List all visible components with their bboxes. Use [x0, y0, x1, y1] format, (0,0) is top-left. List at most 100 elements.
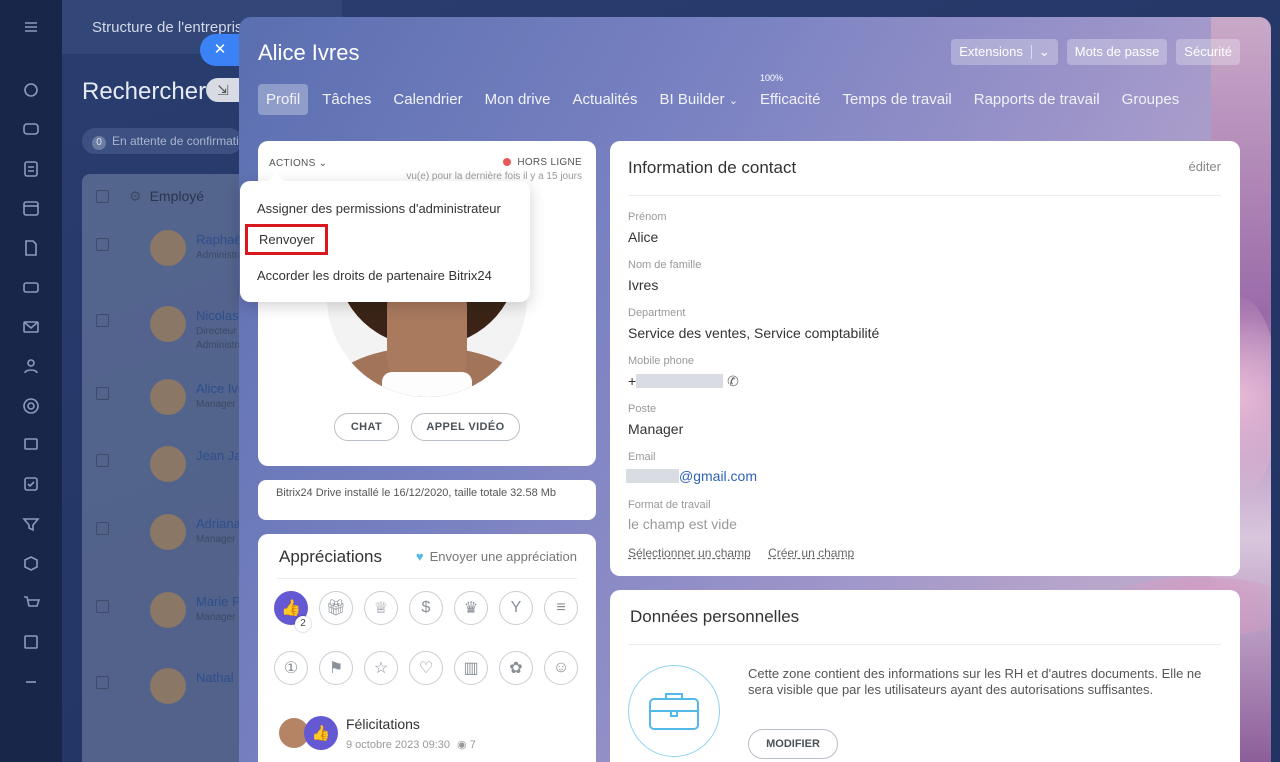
- send-appreciation-link[interactable]: ♥ Envoyer une appréciation: [416, 549, 577, 564]
- tab-tasks[interactable]: Tâches: [314, 84, 379, 115]
- calendar-icon[interactable]: [21, 198, 41, 218]
- row-checkbox[interactable]: [96, 238, 109, 251]
- menu-icon[interactable]: [21, 17, 41, 37]
- divider: [628, 195, 1221, 196]
- table-row[interactable]: Raphaël Administrateur: [96, 230, 260, 270]
- view-count: 7: [469, 739, 476, 751]
- mail-icon[interactable]: [21, 317, 41, 337]
- flower-icon[interactable]: ✿: [499, 651, 533, 685]
- gear-icon[interactable]: ⚙: [129, 188, 142, 204]
- contact-info-title: Information de contact: [628, 158, 797, 177]
- tab-drive[interactable]: Mon drive: [477, 84, 559, 115]
- table-row[interactable]: Jean Ja: [96, 446, 242, 486]
- tasks-icon[interactable]: [21, 159, 41, 179]
- select-field-link[interactable]: Sélectionner un champ: [628, 546, 751, 560]
- feed-icon[interactable]: [21, 80, 41, 100]
- menu-item-partner-rights[interactable]: Accorder les droits de partenaire Bitrix…: [257, 268, 492, 283]
- extensions-button[interactable]: Extensions ⌄: [951, 39, 1058, 65]
- minimize-arrow-icon[interactable]: ⇲: [206, 78, 240, 102]
- checklist-icon[interactable]: [21, 474, 41, 494]
- last-name-value: Ivres: [628, 277, 659, 293]
- crown-icon[interactable]: ♛: [454, 591, 488, 625]
- left-nav-bar: [0, 0, 62, 762]
- close-icon[interactable]: ✕: [200, 34, 240, 66]
- video-call-button[interactable]: APPEL VIDÉO: [411, 413, 520, 441]
- chat-icon[interactable]: [21, 120, 41, 140]
- money-bag-icon[interactable]: $: [409, 591, 443, 625]
- status-badge: HORS LIGNE: [503, 157, 582, 168]
- user-name-title: Alice Ivres: [258, 40, 360, 65]
- tab-calendar[interactable]: Calendrier: [385, 84, 470, 115]
- table-row[interactable]: Adriana Manager: [96, 514, 242, 554]
- row-checkbox[interactable]: [96, 600, 109, 613]
- flag-icon[interactable]: ⚑: [319, 651, 353, 685]
- row-checkbox[interactable]: [96, 454, 109, 467]
- thumbs-up-icon[interactable]: 👍 2: [274, 591, 311, 632]
- number-one-icon[interactable]: ①: [274, 651, 308, 685]
- employee-table-header: ⚙ Employé: [96, 188, 204, 205]
- star-icon[interactable]: ☆: [364, 651, 398, 685]
- row-checkbox[interactable]: [96, 387, 109, 400]
- trophy-icon[interactable]: ♕: [364, 591, 398, 625]
- table-row[interactable]: Marie F Manager: [96, 592, 242, 632]
- drive-info: Bitrix24 Drive installé le 16/12/2020, t…: [258, 480, 596, 520]
- tab-efficiency-label: Efficacité: [759, 91, 821, 108]
- employee-name[interactable]: Nicolas: [196, 308, 239, 323]
- gift-icon[interactable]: 🎁︎: [319, 591, 353, 625]
- menu-item-resend[interactable]: Renvoyer: [245, 224, 328, 255]
- tab-groups[interactable]: Groupes: [1114, 84, 1188, 115]
- employee-name[interactable]: Marie F: [196, 594, 240, 609]
- edit-link[interactable]: éditer: [1188, 159, 1221, 174]
- phone-icon[interactable]: ✆: [727, 373, 739, 389]
- tab-work-reports[interactable]: Rapports de travail: [966, 84, 1108, 115]
- mobile-phone-value[interactable]: + ✆: [628, 373, 739, 390]
- chevron-down-icon[interactable]: ⌄: [1039, 39, 1050, 65]
- tab-efficiency[interactable]: 100% Efficacité: [752, 73, 829, 115]
- tab-work-time[interactable]: Temps de travail: [835, 84, 960, 115]
- cart-icon[interactable]: [21, 593, 41, 613]
- row-checkbox[interactable]: [96, 676, 109, 689]
- status-dot-icon: [503, 158, 512, 166]
- board-icon[interactable]: [21, 435, 41, 455]
- tab-profile[interactable]: Profil: [258, 84, 309, 115]
- company-icon[interactable]: [21, 632, 41, 652]
- chat-button[interactable]: CHAT: [334, 413, 399, 441]
- email-value[interactable]: @gmail.com: [626, 468, 757, 484]
- employee-name[interactable]: Jean Ja: [196, 448, 242, 463]
- employee-column-label: Employé: [149, 188, 205, 204]
- modify-button[interactable]: MODIFIER: [748, 729, 838, 759]
- cake-icon[interactable]: ≡: [544, 591, 578, 625]
- employee-name[interactable]: Nathal: [196, 670, 234, 685]
- employee-name[interactable]: Adriana: [196, 516, 241, 531]
- select-all-checkbox[interactable]: [96, 190, 109, 203]
- menu-item-assign-admin[interactable]: Assigner des permissions d'administrateu…: [257, 201, 501, 216]
- table-row[interactable]: Nicolas Directeur Administrateur: [96, 306, 260, 351]
- document-icon[interactable]: [21, 238, 41, 258]
- table-row[interactable]: Nathal: [96, 668, 242, 708]
- employee-name[interactable]: Raphaël: [196, 232, 244, 247]
- smile-icon[interactable]: ☺: [544, 651, 578, 685]
- box-icon[interactable]: [21, 553, 41, 573]
- department-value: Service des ventes, Service comptabilité: [628, 325, 880, 341]
- tab-bi-builder[interactable]: BI Builder ⌄: [652, 84, 746, 115]
- table-row[interactable]: Alice Ivres Manager: [96, 379, 256, 419]
- sites-icon[interactable]: [21, 396, 41, 416]
- heart-icon[interactable]: ♡: [409, 651, 443, 685]
- cocktail-icon[interactable]: Y: [499, 591, 533, 625]
- background-search-title: Rechercher: [82, 78, 207, 105]
- pending-filter[interactable]: 0 En attente de confirmation: [82, 128, 242, 154]
- beer-icon[interactable]: ▥: [454, 651, 488, 685]
- drive-icon[interactable]: [21, 277, 41, 297]
- more-icon[interactable]: [21, 672, 41, 692]
- actions-dropdown[interactable]: ACTIONS ⌄: [269, 158, 327, 169]
- funnel-icon[interactable]: [21, 514, 41, 534]
- create-field-link[interactable]: Créer un champ: [768, 546, 854, 560]
- contacts-icon[interactable]: [21, 356, 41, 376]
- appreciation-title[interactable]: Félicitations: [346, 716, 420, 732]
- row-checkbox[interactable]: [96, 314, 109, 327]
- security-button[interactable]: Sécurité: [1176, 39, 1240, 65]
- tab-news[interactable]: Actualités: [564, 84, 645, 115]
- thumbs-up-icon: 👍: [304, 716, 338, 750]
- row-checkbox[interactable]: [96, 522, 109, 535]
- passwords-button[interactable]: Mots de passe: [1066, 39, 1168, 65]
